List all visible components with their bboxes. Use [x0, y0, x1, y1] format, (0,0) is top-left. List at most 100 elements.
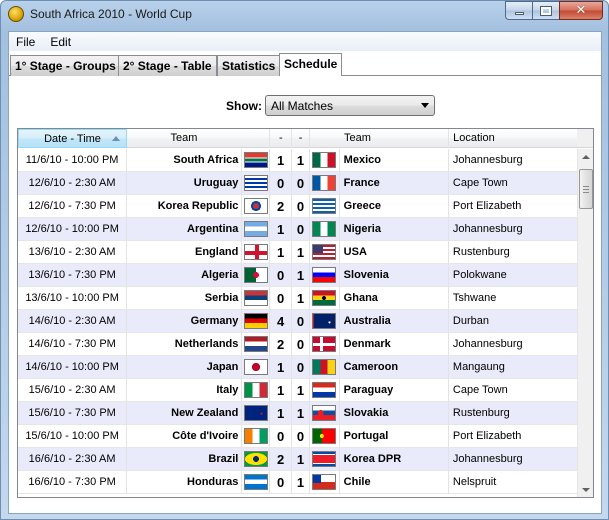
menu-edit[interactable]: Edit	[43, 35, 79, 49]
cell-team1: Italy	[127, 379, 243, 401]
cell-location: Durban	[449, 310, 578, 332]
cell-date: 13/6/10 - 10:00 PM	[18, 287, 128, 309]
cell-score2: 1	[292, 264, 310, 286]
table-row[interactable]: 12/6/10 - 2:30 AM Uruguay 0 0 France Cape Tow…	[18, 172, 578, 195]
table-row[interactable]: 15/6/10 - 2:30 AM Italy 1 1 Paraguay Cape Tow…	[18, 379, 578, 402]
cell-score2: 1	[292, 379, 310, 401]
cell-team2: France	[340, 172, 449, 194]
scroll-down-icon	[582, 488, 590, 492]
table-row[interactable]: 14/6/10 - 2:30 AM Germany 4 0 Australia Durba…	[18, 310, 578, 333]
maximize-button[interactable]	[532, 1, 559, 20]
column-header-score2[interactable]: -	[292, 129, 311, 148]
cell-location: Polokwane	[449, 264, 578, 286]
cell-team2: Australia	[340, 310, 449, 332]
flag-honduras-icon	[243, 474, 268, 490]
close-button[interactable]: ✕	[559, 1, 603, 20]
tab-statistics[interactable]: Statistics	[217, 55, 281, 76]
cell-team2: Portugal	[340, 425, 449, 447]
show-filter-select[interactable]: All Matches	[265, 95, 435, 116]
menu-file[interactable]: File	[9, 35, 43, 49]
cell-flag2	[310, 379, 340, 401]
cell-date: 15/6/10 - 10:00 PM	[18, 425, 128, 447]
cell-location: Johannesburg	[449, 448, 578, 470]
flag-uruguay-icon	[243, 175, 268, 191]
cell-team1: Serbia	[127, 287, 243, 309]
window-title: South Africa 2010 - World Cup	[30, 7, 192, 21]
table-row[interactable]: 12/6/10 - 10:00 PM Argentina 1 0 Nigeria Joha…	[18, 218, 578, 241]
cell-flag2	[310, 195, 340, 217]
cell-team1: Brazil	[127, 448, 243, 470]
flag-australia-icon	[312, 313, 337, 329]
client-area: File Edit 1° Stage - Groups 2° Stage - T…	[8, 31, 602, 514]
cell-score1: 2	[270, 448, 293, 470]
cell-score1: 4	[270, 310, 293, 332]
cell-date: 13/6/10 - 7:30 PM	[18, 264, 128, 286]
cell-location: Rustenburg	[449, 241, 578, 263]
cell-score1: 1	[270, 379, 293, 401]
cell-location: Johannesburg	[449, 149, 578, 171]
cell-flag2	[310, 425, 340, 447]
flag-usa-icon	[312, 244, 337, 260]
cell-flag2	[310, 241, 340, 263]
cell-team1: Korea Republic	[127, 195, 243, 217]
flag-serbia-icon	[243, 290, 268, 306]
table-row[interactable]: 11/6/10 - 10:00 PM South Africa 1 1 Mexico Jo…	[18, 149, 578, 172]
tab-table[interactable]: 2° Stage - Table	[118, 55, 217, 76]
cell-date: 12/6/10 - 7:30 PM	[18, 195, 128, 217]
flag-netherlands-icon	[243, 336, 268, 352]
cell-team2: Chile	[340, 471, 449, 493]
cell-location: Port Elizabeth	[449, 425, 578, 447]
cell-score2: 1	[292, 471, 310, 493]
flag-slovenia-icon	[312, 267, 337, 283]
grip-line	[583, 186, 589, 187]
cell-team1: Argentina	[127, 218, 243, 240]
table-row[interactable]: 14/6/10 - 7:30 PM Netherlands 2 0 Denmark Joh…	[18, 333, 578, 356]
title-bar[interactable]: South Africa 2010 - World Cup ✕	[1, 1, 608, 29]
cell-flag2	[310, 310, 340, 332]
tab-schedule[interactable]: Schedule	[279, 53, 343, 76]
flag-denmark-icon	[312, 336, 337, 352]
table-row[interactable]: 15/6/10 - 10:00 PM Côte d'Ivoire 0 0 Portuga…	[18, 425, 578, 448]
vertical-scrollbar[interactable]	[577, 149, 593, 497]
table-row[interactable]: 13/6/10 - 7:30 PM Algeria 0 1 Slovenia Polokw…	[18, 264, 578, 287]
flag-england-icon	[243, 244, 268, 260]
close-icon: ✕	[575, 3, 587, 18]
cell-team1: Germany	[127, 310, 243, 332]
flag-south-africa-icon	[243, 152, 268, 168]
cell-score2: 0	[292, 425, 310, 447]
scrollbar-thumb[interactable]	[579, 169, 593, 209]
table-row[interactable]: 16/6/10 - 7:30 PM Honduras 0 1 Chile Nelsprui…	[18, 471, 578, 494]
table-header: Date - Time Team - - Team Location	[18, 129, 578, 148]
table-row[interactable]: 13/6/10 - 2:30 AM England 1 1 USA Rustenburg	[18, 241, 578, 264]
tab-groups[interactable]: 1° Stage - Groups	[10, 55, 121, 76]
cell-team1: South Africa	[127, 149, 243, 171]
cell-flag2	[310, 218, 340, 240]
grip-line	[583, 192, 589, 193]
table-row[interactable]: 12/6/10 - 7:30 PM Korea Republic 2 0 Greece P…	[18, 195, 578, 218]
flag-italy-icon	[243, 382, 268, 398]
caption-buttons: ✕	[505, 1, 603, 20]
scroll-down-button[interactable]	[578, 482, 593, 497]
column-header-date[interactable]: Date - Time	[18, 129, 128, 148]
scroll-up-button[interactable]	[578, 149, 593, 165]
table-row[interactable]: 14/6/10 - 10:00 PM Japan 1 0 Cameroon Mangaun…	[18, 356, 578, 379]
cell-team1: England	[127, 241, 243, 263]
cell-flag1	[242, 149, 271, 171]
cell-score2: 1	[292, 402, 310, 424]
table-row[interactable]: 15/6/10 - 7:30 PM New Zealand 1 1 Slovakia Ru…	[18, 402, 578, 425]
minimize-button[interactable]	[505, 1, 532, 20]
table-row[interactable]: 13/6/10 - 10:00 PM Serbia 0 1 Ghana Tshwane	[18, 287, 578, 310]
column-header-location[interactable]: Location	[449, 129, 578, 148]
cell-team2: Greece	[340, 195, 449, 217]
cell-location: Cape Town	[449, 172, 578, 194]
column-header-date-label: Date - Time	[44, 133, 101, 145]
column-header-team[interactable]: Team	[127, 129, 271, 148]
cell-score1: 2	[270, 333, 293, 355]
minimize-icon	[514, 12, 524, 15]
cell-flag2	[310, 356, 340, 378]
table-row[interactable]: 16/6/10 - 2:30 AM Brazil 2 1 Korea DPR Johann…	[18, 448, 578, 471]
flag-portugal-icon	[312, 428, 337, 444]
cell-score1: 0	[270, 172, 293, 194]
column-header-team2[interactable]: Team	[310, 129, 450, 148]
column-header-score1[interactable]: -	[270, 129, 293, 148]
